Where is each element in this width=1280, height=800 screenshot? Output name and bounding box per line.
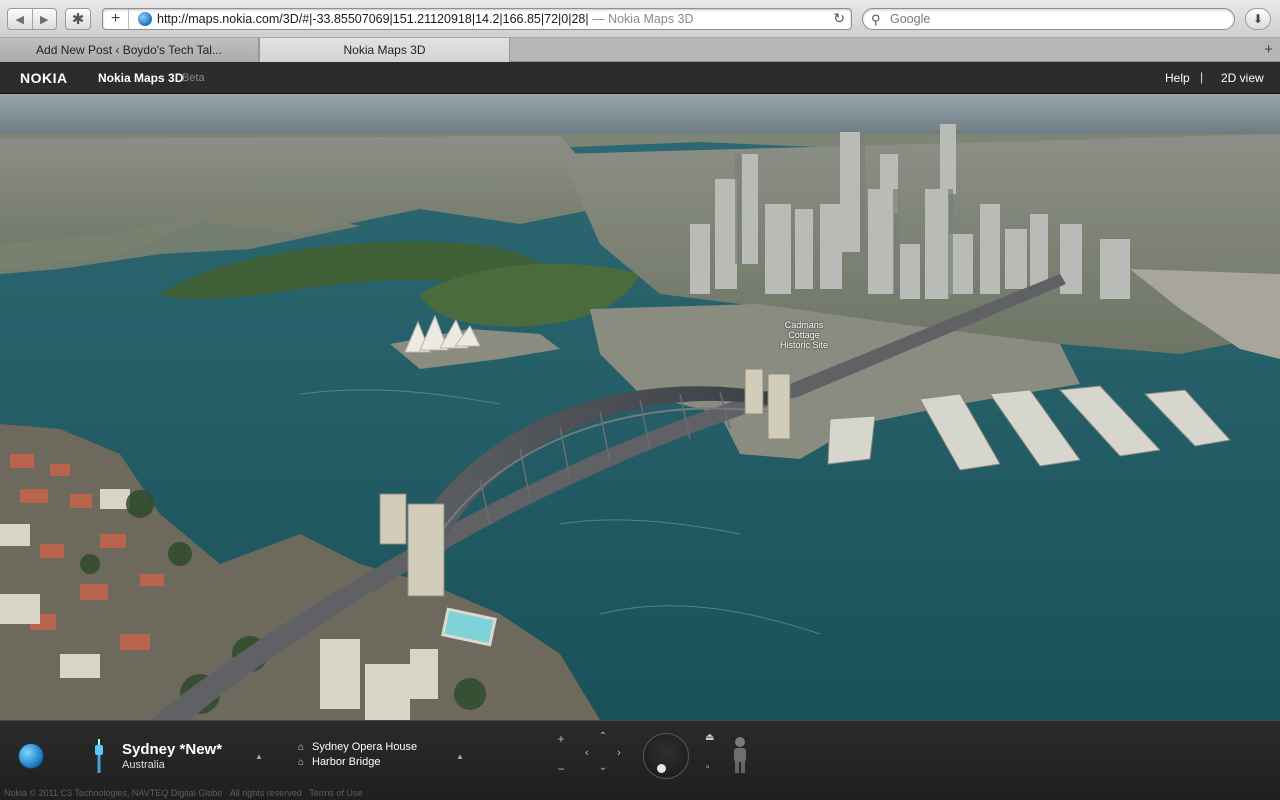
search-placeholder: Google [890, 12, 931, 26]
zoom-in-icon[interactable]: + [554, 732, 568, 746]
downloads-icon[interactable]: ⬇ [1245, 8, 1271, 30]
copyright-text: Nokia © 2011 C3 Technologies, NAVTEQ Dig… [4, 788, 223, 798]
tab-add-new-post[interactable]: Add New Post ‹ Boydo's Tech Tal... [0, 38, 259, 62]
tab-label: Nokia Maps 3D [343, 43, 426, 57]
poi-label: Sydney Opera House [312, 741, 418, 753]
pan-up-icon[interactable]: ⌃ [596, 731, 610, 742]
map-3d-viewport[interactable]: Cadmans Cottage Historic Site [0, 94, 1280, 720]
pan-down-icon[interactable]: ⌄ [596, 762, 610, 773]
city-name[interactable]: Sydney *New* [122, 741, 222, 758]
poi-label-cadmans-cottage[interactable]: Cadmans Cottage Historic Site [780, 320, 828, 350]
globe-icon[interactable] [19, 744, 43, 768]
pan-left-icon[interactable]: ‹ [580, 747, 594, 759]
app-title: Nokia Maps 3D [98, 71, 184, 85]
zoom-out-icon[interactable]: − [554, 762, 568, 776]
country-name: Australia [122, 759, 165, 771]
app-header: NOKIA Nokia Maps 3D Beta Help | 2D view [0, 62, 1280, 94]
poi-item-opera-house[interactable]: ⌂ Sydney Opera House [298, 741, 417, 753]
nokia-logo[interactable]: NOKIA [20, 70, 68, 86]
help-link[interactable]: Help [1165, 71, 1190, 85]
landmark-icon: ⌂ [298, 757, 305, 768]
history-nav: ◀ ▶ [7, 8, 57, 30]
forward-button[interactable]: ▶ [31, 9, 57, 29]
new-tab-icon[interactable]: + [1264, 41, 1273, 58]
search-field[interactable]: ⚲ Google [862, 8, 1235, 30]
reload-icon[interactable]: ↻ [833, 10, 845, 27]
compass-handle-icon[interactable] [657, 764, 666, 773]
back-button[interactable]: ◀ [8, 9, 32, 29]
city-dropdown-icon[interactable]: ▲ [255, 752, 263, 761]
url-page-title: — Nokia Maps 3D [592, 12, 694, 26]
header-separator: | [1200, 70, 1204, 84]
tilt-up-icon[interactable]: ⏏ [705, 732, 714, 743]
poi-dropdown-icon[interactable]: ▲ [456, 752, 464, 761]
poi-label: Harbor Bridge [312, 756, 381, 768]
poi-label-line: Cadmans [784, 320, 824, 330]
site-globe-icon [138, 12, 152, 26]
copyright-footer: Nokia © 2011 C3 Technologies, NAVTEQ Dig… [4, 788, 362, 798]
url-value: http://maps.nokia.com/3D/#|-33.85507069|… [157, 12, 589, 26]
tilt-down-icon[interactable]: ▫ [706, 762, 710, 773]
landmark-icon: ⌂ [298, 742, 305, 753]
compass-ring[interactable] [643, 733, 689, 779]
bookmarks-icon[interactable]: ✱ [65, 8, 91, 30]
sydney-tower-icon [95, 739, 103, 773]
2d-view-link[interactable]: 2D view [1221, 71, 1264, 85]
tab-label: Add New Post ‹ Boydo's Tech Tal... [36, 43, 222, 57]
poi-label-line: Historic Site [780, 340, 829, 350]
pegman-icon[interactable] [731, 736, 749, 774]
terms-link[interactable]: Terms of Use [309, 788, 362, 798]
tab-nokia-maps[interactable]: Nokia Maps 3D [259, 38, 510, 62]
rights-text: All rights reserved [229, 788, 302, 798]
beta-badge: Beta [182, 72, 205, 84]
tab-bar: Add New Post ‹ Boydo's Tech Tal... Nokia… [0, 38, 1280, 62]
poi-label-line: Cottage [788, 330, 820, 340]
browser-toolbar: ◀ ▶ ✱ + http://maps.nokia.com/3D/#|-33.8… [0, 0, 1280, 38]
poi-item-harbor-bridge[interactable]: ⌂ Harbor Bridge [298, 756, 380, 768]
search-icon: ⚲ [871, 12, 881, 27]
address-bar[interactable]: + http://maps.nokia.com/3D/#|-33.8550706… [102, 8, 852, 30]
add-bookmark-icon[interactable]: + [103, 9, 129, 29]
url-text: http://maps.nokia.com/3D/#|-33.85507069|… [157, 12, 694, 26]
pan-right-icon[interactable]: › [612, 747, 626, 759]
aerial-map-image [0, 94, 1280, 720]
control-panel: Sydney *New* Australia ▲ ⌂ Sydney Opera H… [0, 720, 1280, 800]
